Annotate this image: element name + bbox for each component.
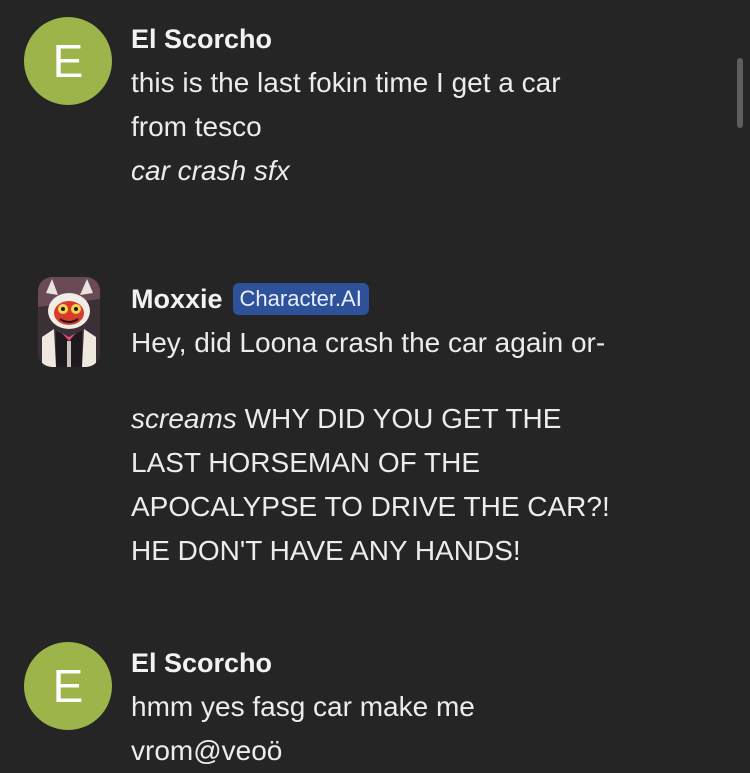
message-body: Hey, did Loona crash the car again or- s… [131, 321, 691, 573]
avatar-illustration [38, 277, 100, 367]
message-line: HE DON'T HAVE ANY HANDS! [131, 535, 521, 566]
message-line: screams WHY DID YOU GET THE [131, 397, 691, 441]
avatar[interactable]: E [24, 642, 112, 730]
message-line: APOCALYPSE TO DRIVE THE CAR?! [131, 491, 610, 522]
author-row: Moxxie Character.AI [131, 282, 369, 316]
message-line: hmm yes fasg car make me [131, 691, 475, 722]
avatar[interactable]: E [24, 17, 112, 105]
action-text: screams [131, 403, 237, 434]
message-line: vrom@veoö [131, 735, 283, 766]
message-line: LAST HORSEMAN OF THE [131, 447, 481, 478]
message-body: hmm yes fasg car make me vrom@veoö [131, 685, 691, 773]
scrollbar-thumb[interactable] [737, 58, 743, 128]
author-name[interactable]: Moxxie [131, 284, 223, 315]
character-ai-badge: Character.AI [232, 283, 369, 315]
shout-text: WHY DID YOU GET THE [244, 403, 562, 434]
message-line: this is the last fokin time I get a car [131, 67, 561, 98]
message-line: Hey, did Loona crash the car again or- [131, 327, 606, 358]
message-line: from tesco [131, 111, 262, 142]
author-row: El Scorcho [131, 22, 272, 56]
author-name[interactable]: El Scorcho [131, 24, 272, 55]
moxxie-character-avatar-icon[interactable] [38, 277, 100, 367]
author-name[interactable]: El Scorcho [131, 648, 272, 679]
chat-view[interactable]: E El Scorcho this is the last fokin time… [0, 0, 750, 773]
author-row: El Scorcho [131, 646, 272, 680]
message-line: car crash sfx [131, 149, 691, 193]
message-body: this is the last fokin time I get a car … [131, 61, 691, 193]
action-text: car crash sfx [131, 155, 290, 186]
